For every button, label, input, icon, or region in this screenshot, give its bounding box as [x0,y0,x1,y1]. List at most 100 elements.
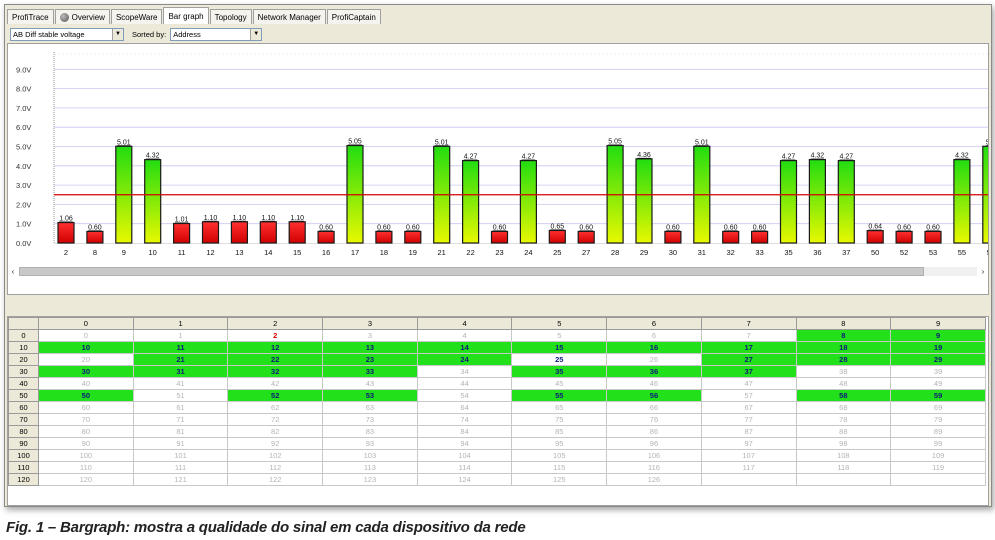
address-cell[interactable]: 47 [700,377,797,390]
address-cell[interactable]: 6 [606,329,702,342]
address-cell[interactable]: 112 [227,461,324,474]
tab-bar-graph[interactable]: Bar graph [163,7,209,24]
address-cell[interactable]: 66 [606,401,702,414]
address-cell[interactable]: 29 [890,353,986,366]
address-cell[interactable]: 105 [511,449,608,462]
address-cell[interactable]: 95 [511,437,608,450]
address-cell[interactable]: 35 [511,365,608,378]
address-cell[interactable]: 63 [322,401,418,414]
address-cell[interactable]: 3 [322,329,418,342]
address-cell[interactable]: 46 [606,377,702,390]
address-cell[interactable]: 82 [227,425,324,438]
address-cell[interactable]: 8 [795,329,892,342]
address-cell[interactable]: 122 [227,473,324,486]
address-cell[interactable]: 4 [416,329,513,342]
address-cell[interactable]: 115 [511,461,608,474]
tab-scopeware[interactable]: ScopeWare [110,9,163,24]
address-cell[interactable]: 79 [890,413,986,426]
address-cell[interactable]: 1 [132,329,229,342]
address-cell[interactable]: 16 [606,341,702,354]
address-cell[interactable]: 81 [132,425,229,438]
address-cell[interactable]: 33 [322,365,418,378]
address-cell[interactable]: 24 [416,353,513,366]
address-cell[interactable]: 62 [227,401,324,414]
address-cell[interactable]: 103 [322,449,418,462]
address-cell[interactable]: 67 [700,401,797,414]
address-cell[interactable]: 106 [606,449,702,462]
scroll-right-icon[interactable]: › [977,265,989,277]
address-cell[interactable]: 37 [700,365,797,378]
address-cell[interactable]: 21 [132,353,229,366]
chevron-down-icon[interactable]: ▼ [112,28,123,40]
address-cell[interactable]: 92 [227,437,324,450]
address-cell[interactable]: 88 [795,425,892,438]
address-cell[interactable]: 93 [322,437,418,450]
address-cell[interactable]: 70 [38,413,134,426]
address-cell[interactable]: 119 [890,461,986,474]
address-cell[interactable]: 116 [606,461,702,474]
address-cell[interactable]: 126 [606,473,702,486]
address-cell[interactable]: 120 [38,473,134,486]
horizontal-scrollbar[interactable]: ‹ › [7,265,989,277]
address-cell[interactable]: 7 [700,329,797,342]
address-cell[interactable]: 18 [795,341,892,354]
address-cell[interactable]: 74 [416,413,513,426]
address-cell[interactable]: 2 [227,329,324,342]
address-cell[interactable]: 107 [700,449,797,462]
address-cell[interactable] [700,473,797,486]
address-cell[interactable]: 97 [700,437,797,450]
address-cell[interactable]: 78 [795,413,892,426]
address-cell[interactable]: 56 [606,389,702,402]
address-cell[interactable]: 9 [890,329,986,342]
address-cell[interactable]: 65 [511,401,608,414]
address-cell[interactable]: 114 [416,461,513,474]
address-cell[interactable]: 14 [416,341,513,354]
address-cell[interactable]: 40 [38,377,134,390]
address-cell[interactable]: 5 [511,329,608,342]
address-cell[interactable]: 121 [132,473,229,486]
address-cell[interactable]: 124 [416,473,513,486]
address-cell[interactable]: 80 [38,425,134,438]
address-cell[interactable]: 61 [132,401,229,414]
address-cell[interactable]: 60 [38,401,134,414]
address-cell[interactable]: 83 [322,425,418,438]
address-cell[interactable]: 34 [416,365,513,378]
address-cell[interactable]: 0 [38,329,134,342]
address-cell[interactable]: 44 [416,377,513,390]
address-cell[interactable]: 49 [890,377,986,390]
address-cell[interactable]: 45 [511,377,608,390]
address-cell[interactable]: 85 [511,425,608,438]
address-cell[interactable]: 58 [795,389,892,402]
address-cell[interactable]: 42 [227,377,324,390]
address-cell[interactable]: 48 [795,377,892,390]
address-cell[interactable]: 22 [227,353,324,366]
address-cell[interactable]: 26 [606,353,702,366]
address-cell[interactable]: 57 [700,389,797,402]
address-cell[interactable]: 39 [890,365,986,378]
address-cell[interactable]: 110 [38,461,134,474]
address-cell[interactable]: 17 [700,341,797,354]
address-cell[interactable]: 15 [511,341,608,354]
address-cell[interactable]: 41 [132,377,229,390]
address-cell[interactable]: 101 [132,449,229,462]
address-cell[interactable]: 20 [38,353,134,366]
address-cell[interactable]: 87 [700,425,797,438]
address-cell[interactable]: 76 [606,413,702,426]
tab-network-manager[interactable]: Network Manager [252,9,326,24]
tab-profitrace[interactable]: ProfiTrace [7,9,54,24]
address-cell[interactable]: 43 [322,377,418,390]
scroll-track[interactable] [19,266,977,276]
address-cell[interactable]: 11 [132,341,229,354]
address-cell[interactable]: 100 [38,449,134,462]
address-cell[interactable]: 53 [322,389,418,402]
tab-proficaptain[interactable]: ProfiCaptain [326,9,381,24]
address-cell[interactable]: 111 [132,461,229,474]
address-cell[interactable]: 69 [890,401,986,414]
address-cell[interactable]: 89 [890,425,986,438]
address-cell[interactable]: 54 [416,389,513,402]
address-cell[interactable] [890,473,986,486]
scroll-left-icon[interactable]: ‹ [7,265,19,277]
address-cell[interactable]: 90 [38,437,134,450]
address-cell[interactable]: 86 [606,425,702,438]
address-cell[interactable] [795,473,892,486]
